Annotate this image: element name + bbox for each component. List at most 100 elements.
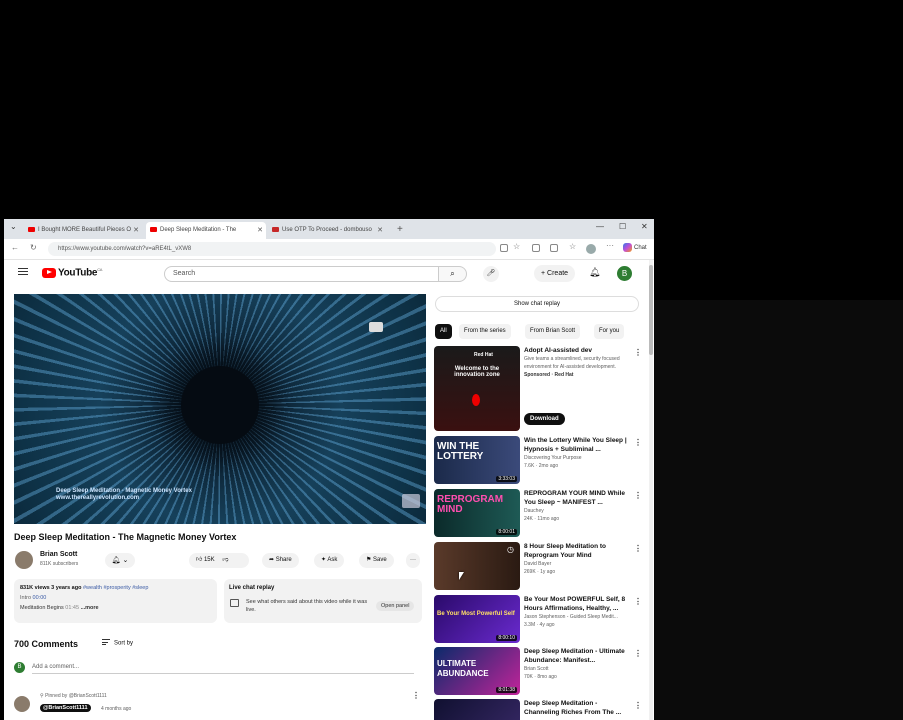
chip-from-brian-scott[interactable]: From Brian Scott xyxy=(525,324,581,339)
video-text: Be Your Most POWERFUL Self, 8 Hours Affi… xyxy=(524,595,634,629)
ad-title: Adopt AI-assisted dev xyxy=(524,347,593,354)
dislike-button[interactable]: 👎︎ xyxy=(222,557,228,563)
close-tab-icon[interactable]: ✕ xyxy=(257,222,263,239)
video-thumbnail[interactable]: ◷ xyxy=(434,542,520,590)
sort-by-button[interactable]: Sort by xyxy=(102,639,133,647)
ad-sponsored-label: Sponsored · Red Hat xyxy=(524,372,574,378)
video-thumbnail[interactable]: Be Your Most Powerful Self 8:00:10 xyxy=(434,595,520,643)
live-chat-replay-card: Live chat replay See what others said ab… xyxy=(224,579,422,623)
create-button[interactable]: + Create xyxy=(534,265,576,282)
chapter-timestamp[interactable]: 00:00 xyxy=(33,595,47,601)
address-bar: ← ↻ https://www.youtube.com/watch?v=aRE4… xyxy=(4,239,654,260)
show-more-link[interactable]: ...more xyxy=(81,605,99,611)
comment-author-name[interactable]: @BrianScott1111 xyxy=(40,704,91,712)
split-screen-icon[interactable] xyxy=(550,244,558,252)
new-tab-icon[interactable]: + xyxy=(397,222,403,237)
comment-author-avatar[interactable] xyxy=(14,696,30,712)
youtube-header: YouTubeCA Search ⌕ 🎤︎ + Create 🔔︎ B xyxy=(4,260,654,288)
item-menu-icon[interactable]: ⋮ xyxy=(634,438,642,447)
close-window-icon[interactable]: ✕ xyxy=(641,222,648,231)
like-button[interactable]: 👍︎ 15K xyxy=(196,557,215,563)
item-menu-icon[interactable]: ⋮ xyxy=(634,491,642,500)
video-thumbnail[interactable]: REPROGRAM MIND 8:00:01 xyxy=(434,489,520,537)
channel-name[interactable]: Brian Scott xyxy=(40,551,77,558)
more-actions-button[interactable]: ··· xyxy=(406,553,420,568)
tab-3[interactable]: Use OTP To Proceed - dombouso ✕ xyxy=(268,222,386,239)
search-input[interactable]: Search xyxy=(164,266,439,282)
video-channel: Jason Stephenson - Guided Sleep Medit... xyxy=(524,614,618,620)
video-title: 8 Hour Sleep Meditation to Reprogram You… xyxy=(524,543,606,559)
tab-1[interactable]: I Bought MORE Beautiful Pieces O ✕ xyxy=(24,222,142,239)
item-menu-icon[interactable]: ⋮ xyxy=(634,701,642,710)
chapter-label: Intro xyxy=(20,595,32,601)
pinned-label: ⚲ Pinned by @BrianScott1111 xyxy=(40,693,107,699)
scrollbar-thumb[interactable] xyxy=(649,265,653,355)
video-title: Deep Sleep Meditation - The Magnetic Mon… xyxy=(14,532,237,542)
notifications-bell-icon[interactable]: 🔔︎ xyxy=(589,267,600,278)
extension-icon[interactable] xyxy=(532,244,540,252)
tab-2[interactable]: Deep Sleep Meditation - The ✕ xyxy=(146,222,266,239)
video-thumbnail[interactable]: WIN THE LOTTERY 3:33:03 xyxy=(434,436,520,484)
tab-menu-icon[interactable]: ⌄ xyxy=(10,222,17,231)
ad-thumbnail[interactable]: Red Hat Welcome to the innovation zone xyxy=(434,346,520,431)
youtube-logo[interactable]: YouTubeCA xyxy=(42,267,102,278)
item-menu-icon[interactable]: ⋮ xyxy=(634,348,642,357)
reader-icon[interactable] xyxy=(500,244,508,252)
thumb-text: Be Your Most Powerful Self xyxy=(437,611,515,617)
subscribed-bell-button[interactable]: 🔔︎ ⌄ xyxy=(105,553,135,568)
video-text: REPROGRAM YOUR MIND While You Sleep ~ MA… xyxy=(524,489,634,523)
channel-watermark-icon xyxy=(369,322,383,332)
add-comment-input[interactable]: Add a comment... xyxy=(32,664,414,674)
share-button[interactable]: ➦ Share xyxy=(262,553,299,568)
video-duration: 8:00:01 xyxy=(496,529,517,535)
item-menu-icon[interactable]: ⋮ xyxy=(634,597,642,606)
search-button[interactable]: ⌕ xyxy=(439,266,467,282)
favorites-icon[interactable]: ☆ xyxy=(569,242,576,251)
description-box[interactable]: 831K views 3 years ago #wealth #prosperi… xyxy=(14,579,217,623)
back-icon[interactable]: ← xyxy=(11,243,19,252)
description-line: Intro 00:00 xyxy=(20,595,46,601)
url-field[interactable]: https://www.youtube.com/watch?v=aRE4tL_v… xyxy=(48,242,496,256)
favorite-star-icon[interactable]: ☆ xyxy=(513,242,520,251)
chapter-timestamp[interactable]: 01:45 xyxy=(65,605,79,611)
search-icon: ⌕ xyxy=(450,269,455,278)
profile-icon[interactable] xyxy=(586,244,596,254)
video-player[interactable]: Deep Sleep Meditation - Magnetic Money V… xyxy=(14,294,426,524)
download-button[interactable]: Download xyxy=(524,413,565,425)
close-tab-icon[interactable]: ✕ xyxy=(377,222,383,239)
menu-icon[interactable] xyxy=(18,268,28,277)
refresh-icon[interactable]: ↻ xyxy=(30,243,37,252)
maximize-icon[interactable]: ☐ xyxy=(619,222,626,231)
item-menu-icon[interactable]: ⋮ xyxy=(634,649,642,658)
channel-avatar[interactable] xyxy=(15,551,33,569)
sort-label: Sort by xyxy=(114,640,134,647)
ask-button[interactable]: ✦ Ask xyxy=(314,553,345,568)
more-icon[interactable]: ··· xyxy=(606,241,614,250)
chip-from-the-series[interactable]: From the series xyxy=(459,324,511,339)
copilot-button[interactable]: Chat xyxy=(623,243,647,252)
description-meta: 831K views 3 years ago #wealth #prosperi… xyxy=(20,585,148,591)
voice-search-button[interactable]: 🎤︎ xyxy=(483,266,499,282)
open-panel-button[interactable]: Open panel xyxy=(376,601,415,611)
page-scrollbar[interactable] xyxy=(649,260,653,720)
red-light-icon xyxy=(472,394,480,406)
chapter-label: Meditation Begins xyxy=(20,605,64,611)
video-text: Deep Sleep Meditation - Ultimate Abundan… xyxy=(524,647,634,681)
item-menu-icon[interactable]: ⋮ xyxy=(634,544,642,553)
video-thumbnail[interactable] xyxy=(434,699,520,720)
comment-menu-icon[interactable]: ⋮ xyxy=(412,691,420,700)
country-code: CA xyxy=(97,267,103,272)
close-tab-icon[interactable]: ✕ xyxy=(133,222,139,239)
video-text: 8 Hour Sleep Meditation to Reprogram You… xyxy=(524,542,634,576)
minimize-icon[interactable]: — xyxy=(596,222,604,231)
video-title: Be Your Most POWERFUL Self, 8 Hours Affi… xyxy=(524,596,626,612)
chevron-down-icon: ⌄ xyxy=(122,557,129,564)
account-avatar[interactable]: B xyxy=(617,266,632,281)
hashtags[interactable]: #wealth #prosperity #sleep xyxy=(83,585,148,591)
user-avatar: B xyxy=(14,662,25,673)
video-thumbnail[interactable]: ULTIMATE ABUNDANCE 8:01:38 xyxy=(434,647,520,695)
show-chat-replay-button[interactable]: Show chat replay xyxy=(435,296,639,312)
chip-all[interactable]: All xyxy=(435,324,452,339)
chip-for-you[interactable]: For you xyxy=(594,324,625,339)
save-button[interactable]: ⚑ Save xyxy=(359,553,394,568)
